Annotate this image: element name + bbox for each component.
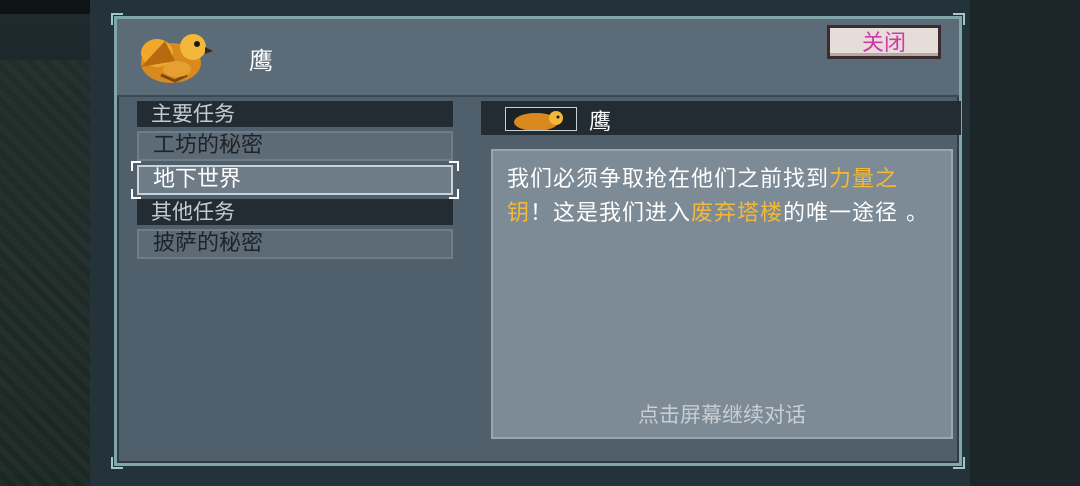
quest-list: 主要任务 工坊的秘密 地下世界 其他任务 披萨的秘密 [131,101,459,263]
close-button[interactable]: 关闭 [827,25,941,59]
speaker-name: 鹰 [249,47,273,75]
dialog-header: 鹰 关闭 [117,19,959,97]
quest-item-pizza-secret[interactable]: 披萨的秘密 [137,229,453,259]
dialog-text-panel[interactable]: 我们必须争取抢在他们之前找到力量之钥！这是我们进入废弃塔楼的唯一途径 。 点击屏… [491,149,953,439]
continue-hint: 点击屏幕继续对话 [638,403,806,427]
background-right-panel [970,0,1080,486]
selection-corner [131,161,141,171]
eagle-mini-portrait-icon [505,107,577,131]
selection-corner [131,189,141,199]
dialog-text-segment: ！这是我们进入 [530,201,692,226]
frame-corner [111,457,123,469]
highlighted-keyword: 废弃塔楼 [691,201,784,226]
background-terrain [0,60,90,486]
speaker-bar: 鹰 [481,101,961,135]
other-quests-header: 其他任务 [137,199,453,225]
dialog-text: 我们必须争取抢在他们之前找到力量之钥！这是我们进入废弃塔楼的唯一途径 。 [507,163,937,231]
quest-item-underworld[interactable]: 地下世界 [131,161,459,199]
eagle-portrait-icon [141,34,213,83]
dialog-text-segment: 我们必须争取抢在他们之前找到 [507,167,830,192]
frame-corner [953,457,965,469]
quest-item-workshop-secret[interactable]: 工坊的秘密 [137,131,453,161]
quest-item-label: 地下世界 [153,167,242,192]
dialog-text-segment: 的唯一途径 。 [783,201,930,226]
selection-corner [449,161,459,171]
quest-dialog: 鹰 关闭 主要任务 工坊的秘密 地下世界 其他任务 披萨的秘密 鹰 我们必须争取… [111,13,965,469]
selection-corner [449,189,459,199]
speaker-bar-name: 鹰 [589,110,612,135]
main-quests-header: 主要任务 [137,101,453,127]
